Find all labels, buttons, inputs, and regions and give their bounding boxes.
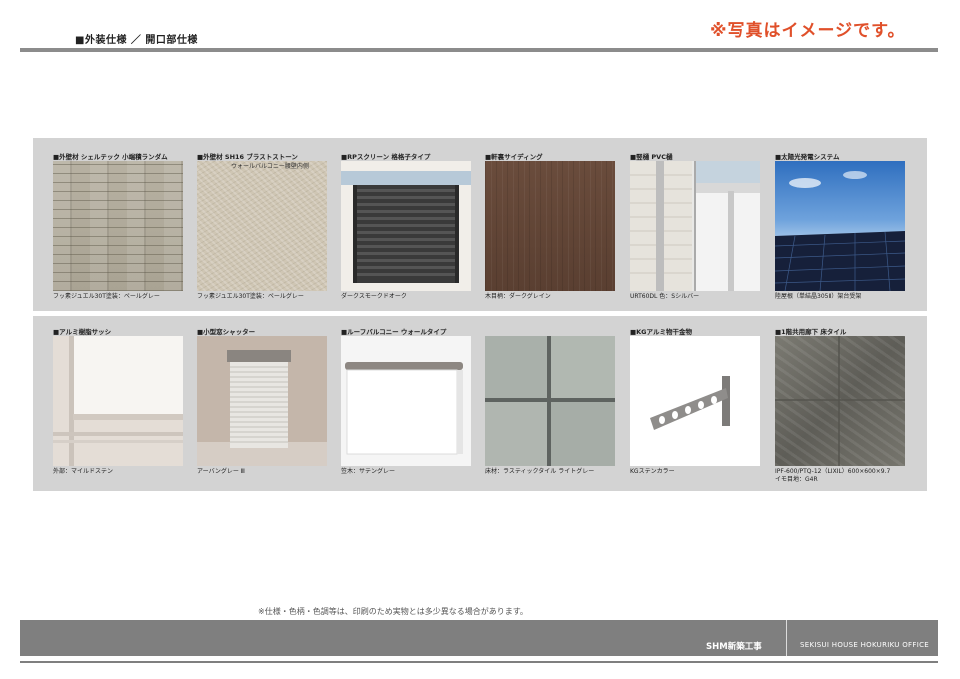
spec-sublabel: ウォールバルコニー腰壁内側: [231, 163, 309, 170]
gutter-icon: [630, 161, 760, 291]
image-notice: ※写真はイメージです。: [710, 21, 906, 41]
spec-label: ■小型窓シャッター: [197, 328, 256, 336]
rp-screen-icon: [341, 161, 471, 291]
header-title: ■外装仕様 ／ 開口部仕様: [75, 35, 198, 46]
window-sash-icon: [53, 336, 183, 466]
spec-item-floor-tile: ■1階共用廊下 床タイル IPF-600/PTQ-12（LIXIL）600×60…: [775, 328, 905, 484]
spec-caption: アーバングレー Ⅲ: [197, 468, 245, 475]
row-separator: [33, 311, 927, 316]
spec-caption: 笠木：サテングレー: [341, 468, 396, 475]
spec-label: ■KGアルミ物干金物: [630, 328, 692, 336]
spec-item-soffit-siding: ■軒裏サイディング 木目柄：ダークグレイン: [485, 153, 615, 301]
disclaimer-note: ※仕様・色柄・色調等は、印刷のため実物とは多少異なる場合があります。: [258, 607, 528, 616]
spec-caption: 床材：ラスティックタイル ライトグレー: [485, 468, 595, 475]
roof-balcony-icon: [341, 336, 471, 466]
spec-label: ■外壁材 シェルテック 小端積ランダム: [53, 153, 168, 161]
spec-caption: フッ素ジュエル30T塗装：ペールグレー: [53, 293, 160, 300]
spec-caption: 陸屋根（単結晶305Ⅱ）架台受架: [775, 293, 862, 300]
footer-bar: [20, 620, 938, 656]
window-shutter-icon: [197, 336, 327, 466]
spec-label: ■アルミ樹脂サッシ: [53, 328, 112, 336]
spec-caption: URT60DL 色：Sシルバー: [630, 293, 700, 300]
laundry-hanger-icon: [630, 336, 760, 466]
spec-label: ■1階共用廊下 床タイル: [775, 328, 847, 336]
spec-item-laundry-hanger: ■KGアルミ物干金物 KGステンカラー: [630, 328, 760, 476]
footer-project-name: SHM新築工事: [706, 642, 762, 652]
floor-tile-icon: [775, 336, 905, 466]
spec-item-rustic-tile: 床材：ラスティックタイル ライトグレー: [485, 328, 615, 476]
footer-company-name: SEKISUI HOUSE HOKURIKU OFFICE: [800, 641, 929, 649]
spec-label: ■ルーフバルコニー ウォールタイプ: [341, 328, 447, 336]
spec-item-solar: ■太陽光発電システム 陸屋根（単結晶305Ⅱ）架台受架: [775, 153, 905, 301]
rustic-tile-icon: [485, 336, 615, 466]
spec-label: ■軒裏サイディング: [485, 153, 543, 161]
spec-caption: 外部：マイルドステン: [53, 468, 114, 475]
spec-label: ■竪樋 PVC樋: [630, 153, 673, 161]
spec-item-blast-stone: ■外壁材 SH16 ブラストストーン ウォールバルコニー腰壁内側 フッ素ジュエル…: [197, 153, 327, 301]
spec-label: ■太陽光発電システム: [775, 153, 840, 161]
spec-item-gutter: ■竪樋 PVC樋 URT60DL 色：Sシルバー: [630, 153, 760, 301]
footer-divider: [786, 620, 787, 656]
stone-wall-icon: [53, 161, 183, 291]
spec-caption: ダークスモークドオーク: [341, 293, 407, 300]
wood-siding-icon: [485, 161, 615, 291]
spec-item-roof-balcony: ■ルーフバルコニー ウォールタイプ 笠木：サテングレー: [341, 328, 471, 476]
spec-label: ■RPスクリーン 格格子タイプ: [341, 153, 431, 161]
spec-item-sash: ■アルミ樹脂サッシ 外部：マイルドステン: [53, 328, 183, 476]
top-rule: [20, 48, 938, 52]
spec-caption-joint: イモ目地：G4R: [775, 476, 818, 483]
spec-label: [485, 328, 615, 336]
spec-label: ■外壁材 SH16 ブラストストーン: [197, 153, 298, 161]
spec-item-rp-screen: ■RPスクリーン 格格子タイプ ダークスモークドオーク: [341, 153, 471, 301]
spec-item-shutter: ■小型窓シャッター アーバングレー Ⅲ: [197, 328, 327, 476]
spec-caption: IPF-600/PTQ-12（LIXIL）600×600×9.7: [775, 468, 891, 475]
footer-line: [20, 661, 938, 663]
blast-stone-icon: ウォールバルコニー腰壁内側: [197, 161, 327, 291]
solar-panel-icon: [775, 161, 905, 291]
spec-caption: 木目柄：ダークグレイン: [485, 293, 551, 300]
spec-item-shelltec-wall: ■外壁材 シェルテック 小端積ランダム フッ素ジュエル30T塗装：ペールグレー: [53, 153, 183, 301]
spec-caption: KGステンカラー: [630, 468, 675, 475]
spec-caption: フッ素ジュエル30T塗装：ペールグレー: [197, 293, 304, 300]
